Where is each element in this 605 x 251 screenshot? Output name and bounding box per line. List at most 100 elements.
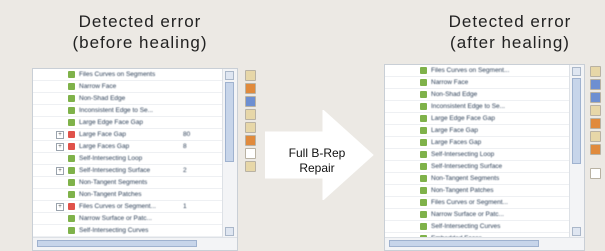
list-item[interactable]: Non-Tangent Patches	[33, 189, 223, 201]
check-status-icon	[68, 227, 75, 234]
caption-line: Detected error	[78, 12, 202, 31]
before-healing-caption: Detected error (before healing)	[40, 11, 240, 53]
caption-line: Detected error	[448, 12, 572, 31]
list-item-label: Inconsistent Edge to Se...	[79, 107, 154, 114]
list-item-label: Large Edge Face Gap	[431, 115, 495, 122]
error-rows-before: Files Curves on Segments Narrow Face Non-S…	[33, 69, 223, 249]
toolbar-button-icon[interactable]	[245, 148, 256, 159]
scroll-up-icon[interactable]	[225, 71, 234, 80]
list-item[interactable]: + Files Curves or Segment... 1	[33, 201, 223, 213]
list-item[interactable]: Inconsistent Edge to Se...	[33, 105, 223, 117]
list-item[interactable]: Self-Intersecting Loop	[33, 153, 223, 165]
horizontal-scrollbar[interactable]	[385, 237, 584, 250]
check-status-icon	[420, 211, 427, 218]
toolbar-button-icon[interactable]	[245, 109, 256, 120]
error-list-before: Files Curves on Segments Narrow Face Non-S…	[32, 68, 238, 251]
toolbar-button-icon[interactable]	[590, 79, 601, 90]
toolbar-button-icon[interactable]	[590, 168, 601, 179]
scroll-thumb[interactable]	[572, 78, 581, 164]
list-item[interactable]: Large Edge Face Gap	[385, 113, 570, 125]
vertical-scrollbar[interactable]	[222, 69, 237, 238]
vertical-scrollbar[interactable]	[569, 65, 584, 238]
list-item-label: Self-Intersecting Curves	[79, 227, 149, 234]
toolbar-button-icon[interactable]	[590, 105, 601, 116]
toolbar-button-icon[interactable]	[590, 92, 601, 103]
list-item-label: Narrow Face	[431, 79, 469, 86]
toolbar-button-icon[interactable]	[590, 66, 601, 77]
list-item-label: Large Edge Face Gap	[79, 119, 143, 126]
toolbar-button-icon[interactable]	[590, 144, 601, 155]
toolbar-after	[590, 66, 602, 181]
list-item[interactable]: Non-Shad Edge	[385, 89, 570, 101]
check-status-icon	[68, 155, 75, 162]
error-count: 8	[183, 143, 187, 150]
list-item[interactable]: Large Edge Face Gap	[33, 117, 223, 129]
toolbar-button-icon[interactable]	[245, 122, 256, 133]
check-status-icon	[68, 215, 75, 222]
scroll-thumb[interactable]	[37, 240, 197, 247]
expand-icon[interactable]: +	[56, 131, 64, 139]
list-item[interactable]: + Self-Intersecting Surface 2	[33, 165, 223, 177]
toolbar-button-icon[interactable]	[245, 161, 256, 172]
check-status-icon	[420, 151, 427, 158]
list-item[interactable]: + Large Faces Gap 8	[33, 141, 223, 153]
list-item[interactable]: Files Curves on Segments	[33, 69, 223, 81]
toolbar-button-icon[interactable]	[245, 70, 256, 81]
toolbar-button-icon[interactable]	[590, 131, 601, 142]
list-item[interactable]: Non-Shad Edge	[33, 93, 223, 105]
error-count: 1	[183, 203, 187, 210]
expand-icon[interactable]: +	[56, 203, 64, 211]
list-item-label: Non-Tangent Patches	[431, 187, 494, 194]
expand-icon[interactable]: +	[56, 167, 64, 175]
toolbar-button-icon[interactable]	[590, 118, 601, 129]
check-status-icon	[420, 115, 427, 122]
error-count: 80	[183, 131, 191, 138]
arrow-label-line: Full B-Rep	[288, 146, 346, 160]
check-status-icon	[420, 127, 427, 134]
list-item[interactable]: Large Faces Gap	[385, 137, 570, 149]
scroll-down-icon[interactable]	[572, 227, 581, 236]
list-item[interactable]: Narrow Face	[33, 81, 223, 93]
list-item[interactable]: Non-Tangent Patches	[385, 185, 570, 197]
list-item[interactable]: Self-Intersecting Surface	[385, 161, 570, 173]
list-item-label: Large Face Gap	[431, 127, 478, 134]
check-status-icon	[68, 167, 75, 174]
list-item[interactable]: Inconsistent Edge to Se...	[385, 101, 570, 113]
list-item-label: Large Face Gap	[79, 131, 126, 138]
list-item[interactable]: Self-Intersecting Curves	[385, 221, 570, 233]
check-status-icon	[68, 107, 75, 114]
check-status-icon	[420, 79, 427, 86]
list-item[interactable]: Files Curves on Segment...	[385, 65, 570, 77]
expand-icon[interactable]: +	[56, 143, 64, 151]
error-count: 2	[183, 167, 187, 174]
list-item[interactable]: Narrow Surface or Patc...	[385, 209, 570, 221]
toolbar-before	[245, 70, 257, 180]
list-item-label: Self-Intersecting Surface	[79, 167, 151, 174]
list-item[interactable]: Self-Intersecting Curves	[33, 225, 223, 237]
check-status-icon	[68, 83, 75, 90]
check-status-icon	[68, 71, 75, 78]
scroll-down-icon[interactable]	[225, 227, 234, 236]
list-item[interactable]: Self-Intersecting Loop	[385, 149, 570, 161]
list-item-label: Large Faces Gap	[431, 139, 482, 146]
list-item[interactable]: Files Curves or Segment...	[385, 197, 570, 209]
scroll-thumb[interactable]	[389, 240, 539, 247]
check-status-icon	[420, 91, 427, 98]
list-item[interactable]: Narrow Surface or Patc...	[33, 213, 223, 225]
toolbar-button-icon[interactable]	[245, 135, 256, 146]
error-status-icon	[68, 203, 75, 210]
horizontal-scrollbar[interactable]	[33, 237, 237, 250]
caption-line: (after healing)	[450, 33, 570, 52]
toolbar-button-icon[interactable]	[245, 83, 256, 94]
list-item[interactable]: Narrow Face	[385, 77, 570, 89]
list-item[interactable]: Non-Tangent Segments	[385, 173, 570, 185]
list-item[interactable]: Non-Tangent Segments	[33, 177, 223, 189]
error-status-icon	[68, 143, 75, 150]
list-item-label: Narrow Surface or Patc...	[431, 211, 504, 218]
scroll-up-icon[interactable]	[572, 67, 581, 76]
list-item[interactable]: + Large Face Gap 80	[33, 129, 223, 141]
scroll-thumb[interactable]	[225, 82, 234, 162]
toolbar-button-icon[interactable]	[245, 96, 256, 107]
check-status-icon	[420, 139, 427, 146]
list-item[interactable]: Large Face Gap	[385, 125, 570, 137]
